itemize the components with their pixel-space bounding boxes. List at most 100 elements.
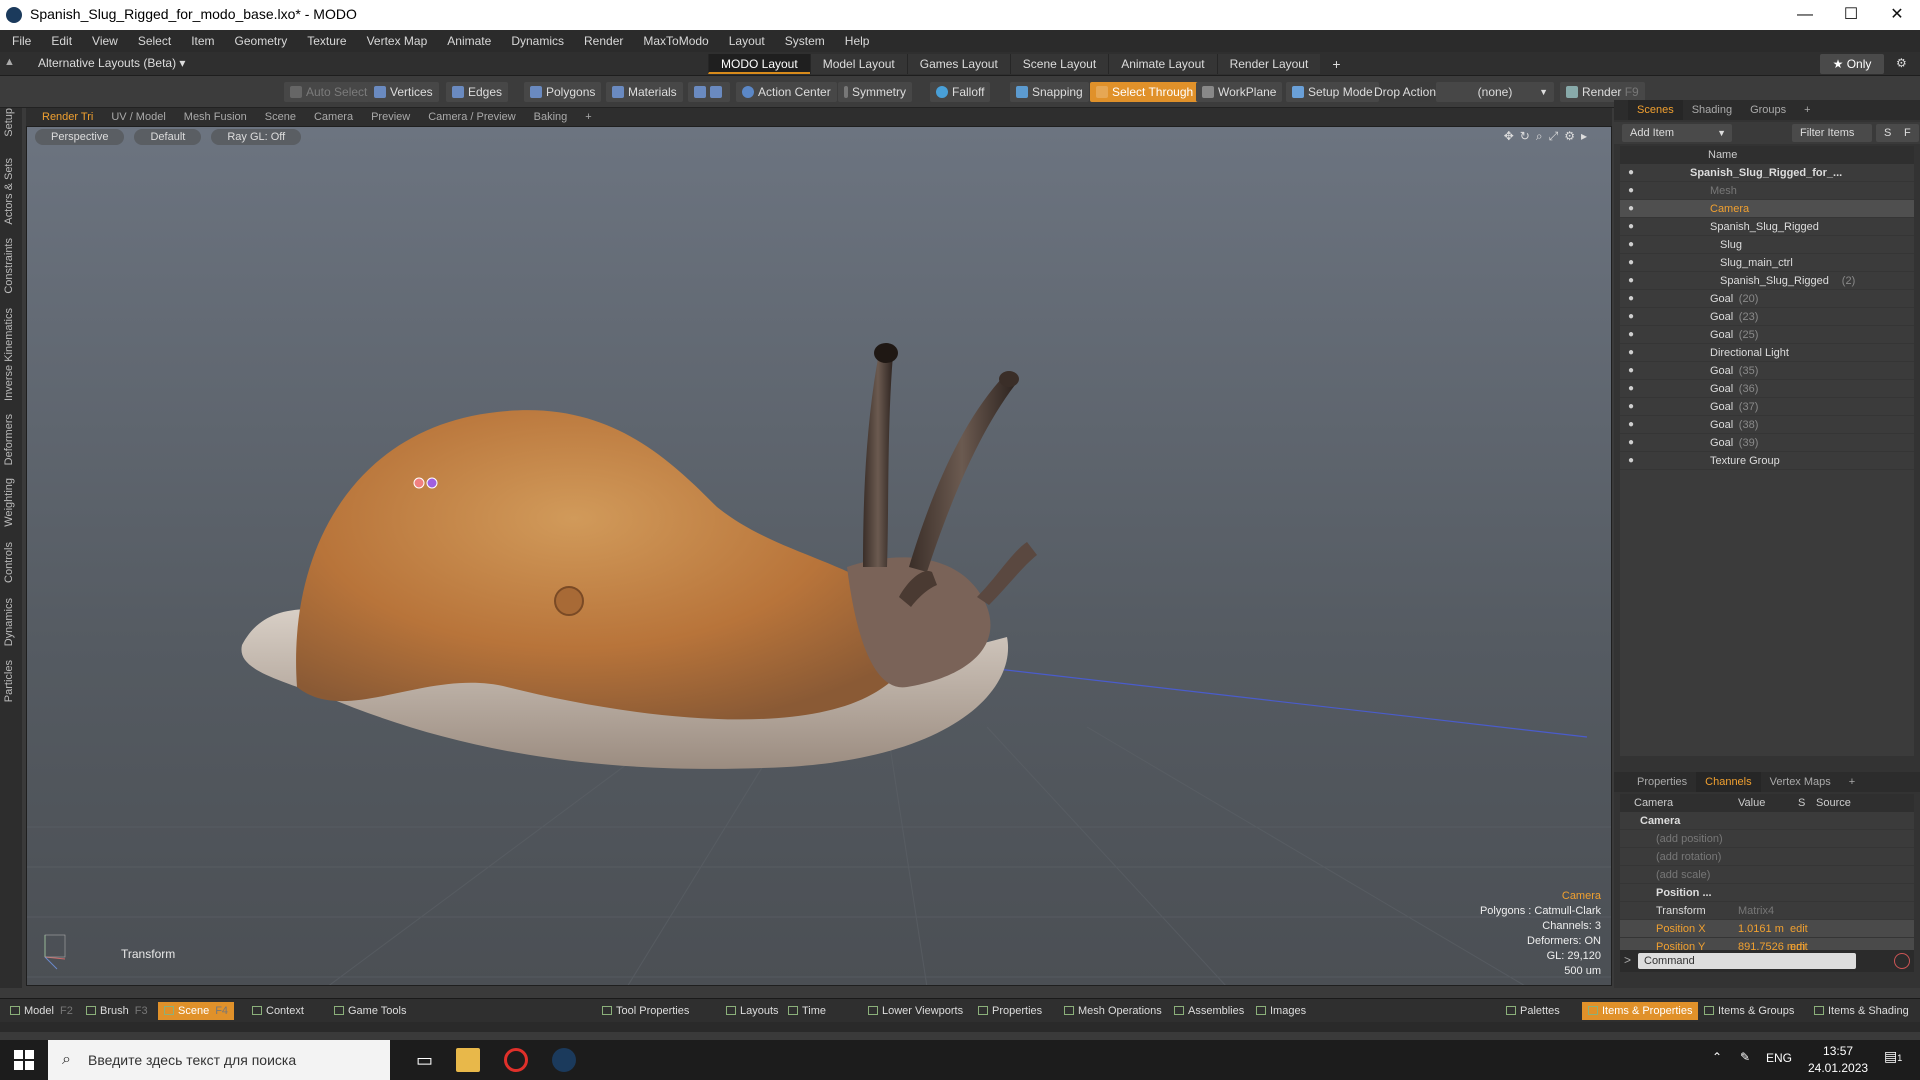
bottom-tab[interactable]: Items & Shading — [1808, 1002, 1915, 1020]
3d-viewport[interactable]: Perspective Default Ray GL: Off ✥↻⌕⤢⚙▸ C… — [26, 126, 1612, 986]
menu-animate[interactable]: Animate — [437, 30, 501, 52]
bottom-tab[interactable]: Game Tools — [328, 1002, 413, 1020]
bottom-tab[interactable]: Palettes — [1500, 1002, 1566, 1020]
scene-row[interactable]: ● Camera — [1620, 200, 1914, 218]
workplane-button[interactable]: WorkPlane — [1196, 82, 1283, 102]
menu-edit[interactable]: Edit — [41, 30, 82, 52]
modo-taskbar-icon[interactable] — [552, 1048, 576, 1072]
tab-games-layout[interactable]: Games Layout — [906, 54, 1010, 74]
zoom-icon[interactable]: ⌕ — [1536, 129, 1549, 143]
visibility-eye-icon[interactable]: ● — [1628, 272, 1634, 290]
visibility-eye-icon[interactable]: ● — [1628, 362, 1634, 380]
tab-actors-sets[interactable]: Actors & Sets — [3, 158, 15, 225]
rig-handle-purple[interactable] — [426, 477, 438, 489]
close-button[interactable]: ✕ — [1874, 0, 1920, 30]
channel-row[interactable]: (add scale) — [1620, 866, 1914, 884]
tab-vertex-maps[interactable]: Vertex Maps — [1761, 772, 1840, 792]
menu-geometry[interactable]: Geometry — [225, 30, 298, 52]
menu-vertex-map[interactable]: Vertex Map — [357, 30, 438, 52]
command-input[interactable]: Command — [1638, 953, 1856, 969]
channel-row[interactable]: (add rotation) — [1620, 848, 1914, 866]
gear-icon[interactable]: ⚙ — [1896, 56, 1907, 70]
materials-button[interactable]: Materials — [606, 82, 683, 102]
tab-weighting[interactable]: Weighting — [3, 478, 15, 527]
visibility-eye-icon[interactable]: ● — [1628, 164, 1634, 182]
bottom-tab[interactable]: Mesh Operations — [1058, 1002, 1168, 1020]
scene-row[interactable]: ● Goal (37) — [1620, 398, 1914, 416]
scene-row[interactable]: ● Directional Light — [1620, 344, 1914, 362]
channel-value[interactable]: 1.0161 m — [1738, 920, 1784, 938]
tab-channels[interactable]: Channels — [1696, 772, 1761, 792]
scene-row[interactable]: ● Slug — [1620, 236, 1914, 254]
scene-row[interactable]: ● Mesh — [1620, 182, 1914, 200]
tab-render-layout[interactable]: Render Layout — [1216, 54, 1321, 74]
select-through-button[interactable]: Select Through — [1090, 82, 1200, 102]
tab-mesh-fusion[interactable]: Mesh Fusion — [175, 108, 256, 126]
visibility-eye-icon[interactable]: ● — [1628, 236, 1634, 254]
minimize-button[interactable]: — — [1782, 0, 1828, 30]
tab-baking[interactable]: Baking — [525, 108, 577, 126]
maximize-button[interactable]: ☐ — [1828, 0, 1874, 30]
tab-dynamics[interactable]: Dynamics — [3, 598, 15, 646]
shading-dropdown[interactable]: Default — [134, 129, 202, 145]
scene-row[interactable]: ● Goal (25) — [1620, 326, 1914, 344]
visibility-eye-icon[interactable]: ● — [1628, 398, 1634, 416]
action-center-button[interactable]: Action Center — [736, 82, 837, 102]
bottom-tab[interactable]: Items & Properties — [1582, 1002, 1699, 1020]
scene-row[interactable]: ● Texture Group — [1620, 452, 1914, 470]
scene-row[interactable]: ● Spanish_Slug_Rigged — [1620, 218, 1914, 236]
channel-row[interactable]: Position X 1.0161 m edit — [1620, 920, 1914, 938]
edges-button[interactable]: Edges — [446, 82, 509, 102]
scene-row[interactable]: ● Goal (23) — [1620, 308, 1914, 326]
symmetry-button[interactable]: Symmetry — [838, 82, 912, 102]
tab-inverse-kinematics[interactable]: Inverse Kinematics — [3, 308, 15, 401]
add-scene-tab-button[interactable]: + — [1795, 100, 1819, 120]
tab-animate-layout[interactable]: Animate Layout — [1108, 54, 1217, 74]
visibility-eye-icon[interactable]: ● — [1628, 254, 1634, 272]
menu-render[interactable]: Render — [574, 30, 633, 52]
filter-items-input[interactable]: Filter Items — [1792, 124, 1872, 142]
scene-row[interactable]: ● Goal (35) — [1620, 362, 1914, 380]
visibility-eye-icon[interactable]: ● — [1628, 416, 1634, 434]
vertices-button[interactable]: Vertices — [368, 82, 439, 102]
visibility-eye-icon[interactable]: ● — [1628, 290, 1634, 308]
only-button[interactable]: ★ Only — [1820, 54, 1884, 74]
rotate-icon[interactable]: ↻ — [1520, 129, 1536, 143]
pen-icon[interactable]: ✎ — [1740, 1050, 1750, 1064]
tab-modo-layout[interactable]: MODO Layout — [708, 54, 810, 74]
tab-scene[interactable]: Scene — [256, 108, 305, 126]
add-item-button[interactable]: Add Item ▼ — [1622, 124, 1732, 142]
tab-properties[interactable]: Properties — [1628, 772, 1696, 792]
bottom-tab[interactable]: Context — [246, 1002, 310, 1020]
bottom-tab[interactable]: Tool Properties — [596, 1002, 695, 1020]
menu-maxtomodo[interactable]: MaxToModo — [633, 30, 718, 52]
tab-scene-layout[interactable]: Scene Layout — [1009, 54, 1109, 74]
channel-row[interactable]: Transform Matrix4 — [1620, 902, 1914, 920]
pan-icon[interactable]: ✥ — [1504, 129, 1520, 143]
tab-uv-model[interactable]: UV / Model — [102, 108, 174, 126]
bottom-tab[interactable]: Scene F4 — [158, 1002, 235, 1020]
auto-select-button[interactable]: Auto Select — [284, 82, 374, 102]
raygl-dropdown[interactable]: Ray GL: Off — [211, 129, 302, 145]
scene-row[interactable]: ● Spanish_Slug_Rigged (2) — [1620, 272, 1914, 290]
visibility-eye-icon[interactable]: ● — [1628, 308, 1634, 326]
visibility-eye-icon[interactable]: ● — [1628, 344, 1634, 362]
tab-controls[interactable]: Controls — [3, 542, 15, 583]
clock[interactable]: 13:57 24.01.2023 — [1808, 1043, 1868, 1077]
visibility-eye-icon[interactable]: ● — [1628, 380, 1634, 398]
drop-action-select[interactable]: (none) ▼ — [1436, 82, 1554, 102]
tray-chevron-icon[interactable]: ⌃ — [1712, 1050, 1722, 1064]
channel-row[interactable]: Position ... — [1620, 884, 1914, 902]
channel-source[interactable]: edit — [1790, 920, 1808, 938]
file-explorer-icon[interactable] — [456, 1048, 480, 1072]
bottom-tab[interactable]: Properties — [972, 1002, 1048, 1020]
scene-row[interactable]: ● Goal (36) — [1620, 380, 1914, 398]
menu-help[interactable]: Help — [835, 30, 880, 52]
visibility-eye-icon[interactable]: ● — [1628, 182, 1634, 200]
bottom-tab[interactable]: Time — [782, 1002, 832, 1020]
windows-start-icon[interactable] — [12, 1048, 36, 1072]
menu-item[interactable]: Item — [181, 30, 224, 52]
menu-file[interactable]: File — [0, 30, 41, 52]
visibility-eye-icon[interactable]: ● — [1628, 434, 1634, 452]
tab-constraints[interactable]: Constraints — [3, 238, 15, 294]
